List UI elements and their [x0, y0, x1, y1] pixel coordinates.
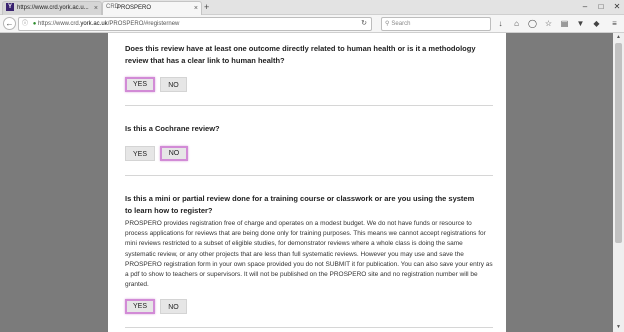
question-human-health: Does this review have at least one outco…	[125, 44, 476, 65]
address-bar[interactable]: ⓘ ● https://www.crd.york.ac.uk/PROSPERO/…	[18, 17, 372, 31]
close-tab-icon[interactable]: ×	[194, 2, 198, 15]
home-icon[interactable]: ⌂	[510, 17, 523, 30]
pocket-icon[interactable]: ▼	[574, 17, 587, 30]
clipboard-icon[interactable]: ▤	[558, 17, 571, 30]
divider	[125, 327, 493, 328]
page-content: Does this review have at least one outco…	[108, 33, 506, 332]
no-button-cochrane[interactable]: NO	[160, 146, 188, 161]
question-mini-review: Is this a mini or partial review done fo…	[125, 194, 475, 215]
close-window-icon[interactable]: ✕	[610, 0, 624, 14]
yes-button-human-health[interactable]: YES	[125, 77, 155, 92]
tab-label: PROSPERO	[117, 5, 152, 11]
bookmark-star-icon[interactable]: ☆	[542, 17, 555, 30]
no-button-mini-review[interactable]: NO	[160, 299, 187, 314]
url-path: /PROSPERO/#registernew	[107, 21, 180, 27]
download-icon[interactable]: ↓	[494, 17, 507, 30]
minimize-icon[interactable]: –	[578, 0, 592, 14]
new-tab-button[interactable]: +	[204, 1, 209, 13]
back-arrow-icon[interactable]: ←	[3, 17, 16, 30]
tab-york[interactable]: Yhttps://www.crd.york.ac.u... ×	[2, 1, 102, 15]
search-input[interactable]: ⚲ Search	[381, 17, 491, 31]
url-prefix: https://www.crd.	[37, 21, 81, 27]
lock-icon: ●	[32, 21, 37, 27]
scroll-thumb[interactable]	[615, 43, 622, 243]
scroll-down-icon[interactable]: ▼	[613, 323, 624, 332]
maximize-icon[interactable]: □	[594, 0, 608, 14]
crd-favicon-icon: CRD	[106, 4, 119, 11]
url-host: york.ac.uk	[80, 21, 108, 27]
tab-label: https://www.crd.york.ac.u...	[17, 5, 89, 11]
menu-icon[interactable]: ≡	[608, 17, 621, 30]
tab-prospero[interactable]: CRDPROSPERO ×	[102, 1, 202, 15]
info-icon[interactable]: ⓘ	[22, 18, 28, 30]
search-placeholder: Search	[391, 21, 411, 27]
divider	[125, 105, 493, 106]
divider	[125, 175, 493, 176]
nav-toolbar: ← ⓘ ● https://www.crd.york.ac.uk/PROSPER…	[0, 15, 624, 33]
yes-button-cochrane[interactable]: YES	[125, 146, 155, 161]
search-icon: ⚲	[385, 21, 390, 27]
close-tab-icon[interactable]: ×	[94, 2, 98, 15]
reload-icon[interactable]: ↻	[361, 18, 367, 30]
tab-strip: Yhttps://www.crd.york.ac.u... × CRDPROSP…	[0, 0, 624, 15]
york-favicon-icon: Y	[6, 3, 14, 12]
question-cochrane: Is this a Cochrane review?	[125, 124, 220, 133]
no-button-human-health[interactable]: NO	[160, 77, 187, 92]
vertical-scrollbar[interactable]: ▲ ▼	[613, 33, 624, 332]
registration-note-paragraph: PROSPERO provides registration free of c…	[125, 220, 493, 289]
scroll-up-icon[interactable]: ▲	[613, 33, 624, 42]
yes-button-mini-review[interactable]: YES	[125, 299, 155, 314]
puzzle-icon[interactable]: ◆	[590, 17, 603, 30]
chat-bubble-icon[interactable]: ◯	[526, 17, 539, 30]
